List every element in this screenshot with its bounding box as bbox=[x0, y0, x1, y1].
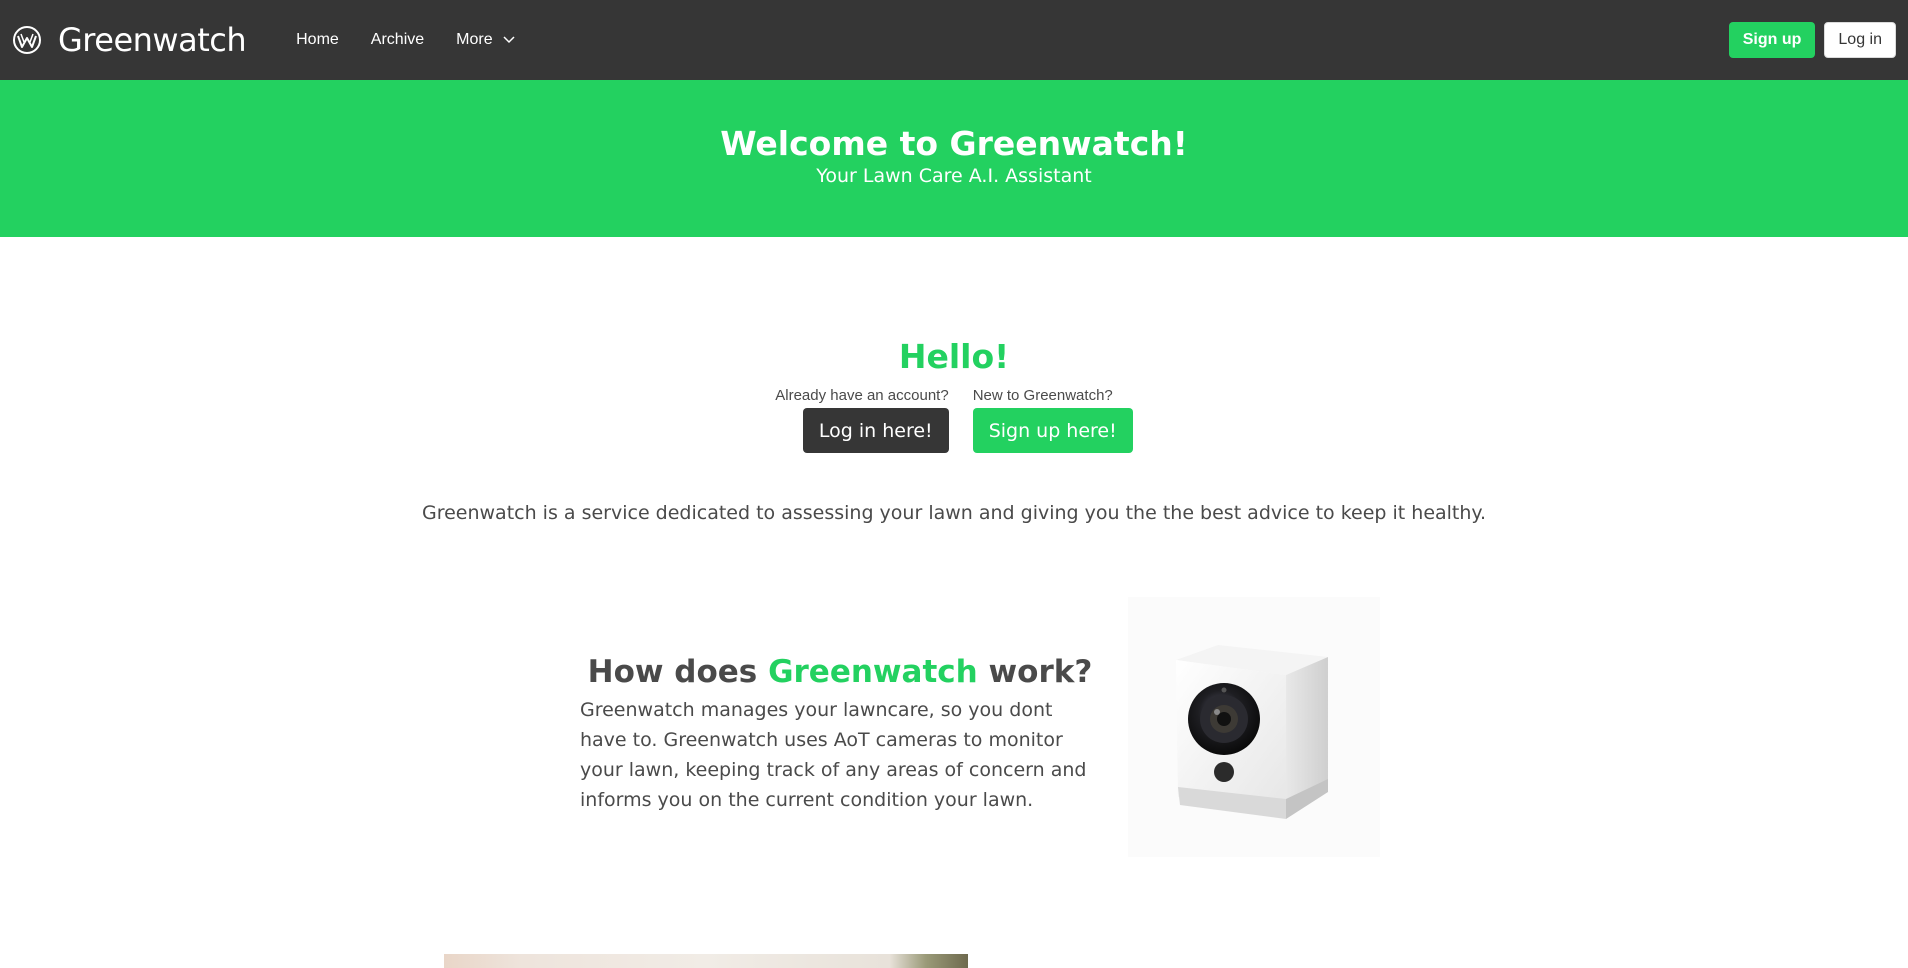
hero-subtitle: Your Lawn Care A.I. Assistant bbox=[816, 165, 1092, 187]
nav-link-more-label: More bbox=[456, 31, 493, 48]
brand[interactable]: Greenwatch bbox=[12, 21, 247, 59]
new-user-label: New to Greenwatch? bbox=[972, 387, 1113, 404]
nav-auth-buttons: Sign up Log in bbox=[1728, 22, 1896, 58]
how-it-works-title: How does Greenwatch work? bbox=[580, 655, 1100, 689]
chevron-down-icon bbox=[503, 36, 515, 44]
hero-banner: Welcome to Greenwatch! Your Lawn Care A.… bbox=[0, 80, 1908, 237]
how-title-accent: Greenwatch bbox=[768, 654, 978, 690]
nav-links: Home Archive More bbox=[280, 0, 531, 80]
auth-row: Already have an account? Log in here! Ne… bbox=[0, 387, 1908, 453]
greenwatch-logo-icon bbox=[13, 26, 41, 54]
nav-link-more[interactable]: More bbox=[440, 0, 530, 80]
login-here-button[interactable]: Log in here! bbox=[802, 408, 949, 453]
how-it-works-body: Greenwatch manages your lawncare, so you… bbox=[580, 699, 1087, 812]
nav-link-archive[interactable]: Archive bbox=[355, 0, 440, 80]
camera-image bbox=[1128, 597, 1380, 857]
hello-title: Hello! bbox=[898, 337, 1010, 376]
login-column: Already have an account? Log in here! bbox=[775, 387, 949, 453]
login-button[interactable]: Log in bbox=[1824, 22, 1896, 58]
navbar: Greenwatch Home Archive More Sign up Log… bbox=[0, 0, 1908, 80]
how-title-post: work? bbox=[977, 654, 1093, 690]
hero-title: Welcome to Greenwatch! bbox=[720, 124, 1188, 163]
signup-button[interactable]: Sign up bbox=[1728, 22, 1816, 58]
nav-link-home[interactable]: Home bbox=[280, 0, 355, 80]
lawn-photo bbox=[444, 954, 968, 968]
signup-here-button[interactable]: Sign up here! bbox=[972, 408, 1133, 453]
intro-text: Greenwatch is a service dedicated to ass… bbox=[421, 502, 1486, 524]
existing-account-label: Already have an account? bbox=[775, 387, 949, 404]
brand-title[interactable]: Greenwatch bbox=[58, 21, 247, 59]
how-it-works-section: How does Greenwatch work? Greenwatch man… bbox=[580, 655, 1100, 815]
how-title-pre: How does bbox=[587, 654, 769, 690]
hello-section: Hello! Already have an account? Log in h… bbox=[0, 340, 1908, 453]
signup-column: New to Greenwatch? Sign up here! bbox=[972, 387, 1133, 453]
